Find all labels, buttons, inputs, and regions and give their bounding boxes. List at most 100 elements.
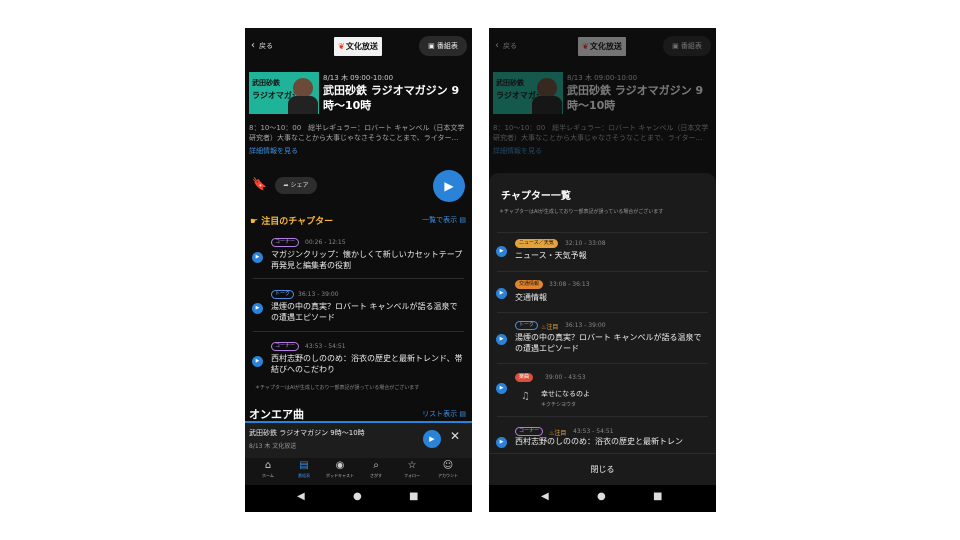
list-icon: ▤ (459, 216, 466, 224)
tab-account[interactable]: ☺ アカウント (430, 459, 466, 479)
schedule-button[interactable]: ▣ 番組表 (419, 36, 467, 56)
podcast-icon: ◉ (335, 460, 345, 471)
list-icon: ▤ (459, 410, 466, 418)
chapter-title: 湯煙の中の真実？ロバート キャンベルが語る温泉での遭遇エピソード (271, 302, 458, 322)
system-nav-bar: ◀ ● ■ (489, 485, 716, 512)
details-link[interactable]: 詳細情報を見る (249, 146, 298, 156)
program-thumbnail: 武田砂鉄 ラジオマガジン (493, 72, 563, 114)
star-icon: ☆ (407, 460, 417, 471)
host-photo (293, 78, 313, 98)
chapter-tag: 楽曲 (515, 373, 534, 382)
nav-back-icon[interactable]: ◀ (297, 491, 305, 502)
back-button: ‹ 戻る (495, 40, 517, 51)
close-icon[interactable]: ✕ (450, 429, 460, 443)
tab-podcast[interactable]: ◉ ポッドキャスト (322, 459, 358, 479)
chapter-time: 43:53 - 54:51 (305, 343, 346, 350)
play-chapter-icon[interactable]: ▶ (496, 437, 507, 448)
song-title: 幸せになるのよ (541, 390, 590, 398)
nav-back-icon[interactable]: ◀ (541, 491, 549, 502)
chapter-title: 交通情報 (515, 293, 547, 302)
chapter-tag: コーナー (271, 342, 300, 351)
account-icon: ☺ (442, 460, 454, 471)
chapter-tag: 交通情報 (515, 280, 544, 289)
home-icon: ⌂ (264, 460, 272, 471)
station-logo: ❦文化放送 (578, 37, 626, 56)
tab-schedule[interactable]: ▤ 番組表 (286, 459, 322, 479)
program-thumbnail: 武田砂鉄 ラジオマガジン (249, 72, 319, 114)
details-link: 詳細情報を見る (493, 147, 542, 155)
mini-player-subtitle: 8/13 木 文化放送 (249, 443, 297, 450)
nav-home-icon[interactable]: ● (353, 491, 362, 502)
chapter-title: ニュース・天気予報 (515, 251, 587, 260)
ai-note: ＊チャプターはAIが生成しており一部表記が誤っている場合がございます (499, 209, 664, 215)
nav-home-icon[interactable]: ● (597, 491, 606, 502)
share-button[interactable]: ➦ シェア (275, 177, 317, 194)
program-title: 武田砂鉄 ラジオマガジン 9時〜10時 (323, 84, 460, 112)
chapter-title: 西村志野のしののめ：浴衣の歴史と最新トレンド、帯結びへのこだわり (271, 354, 463, 374)
song-list-link[interactable]: リスト表示 ▤ (422, 409, 466, 419)
host-photo (537, 78, 557, 98)
schedule-icon: ▤ (299, 460, 309, 471)
program-description: 8：10〜10：00 総半レギュラー：ロバート キャンベル（日本文学研究者）大事… (493, 124, 709, 142)
play-button[interactable]: ▶ (433, 170, 465, 202)
airtime: 8/13 木 09:00-10:00 (323, 74, 394, 82)
mini-player[interactable]: 武田砂鉄 ラジオマガジン 9時〜10時 8/13 木 文化放送 ▶ ✕ (245, 421, 472, 458)
sheet-title: チャプター一覧 (501, 191, 571, 202)
close-sheet-button[interactable]: 閉じる (489, 453, 716, 485)
play-chapter-icon[interactable]: ▶ (496, 334, 507, 345)
chevron-left-icon: ‹ (251, 40, 255, 51)
play-chapter-icon[interactable]: ▶ (252, 303, 263, 314)
airtime: 8/13 木 09:00-10:00 (567, 74, 638, 82)
top-bar: ‹ 戻る ❦文化放送 ▣ 番組表 (245, 28, 472, 64)
chapter-tag: トーク (271, 290, 295, 299)
song-artist: キクチシヨウタ (541, 402, 577, 408)
tab-search[interactable]: ⌕ さがす (358, 459, 394, 479)
schedule-button: ▣ 番組表 (663, 36, 711, 56)
music-note-icon: ♫ (521, 391, 530, 402)
system-nav-bar: ◀ ● ■ (245, 485, 472, 512)
chapter-badge: ♨注目 (541, 324, 559, 331)
back-button[interactable]: ‹ 戻る (251, 40, 273, 51)
pointing-hand-icon: ☛ (250, 217, 262, 227)
program-title: 武田砂鉄 ラジオマガジン 9時〜10時 (567, 84, 704, 112)
mini-play-button[interactable]: ▶ (423, 430, 441, 448)
chapter-title: マガジンクリップ：懐かしくて新しいカセットテープ再発見と編集者の役割 (271, 250, 463, 270)
phone-screen-program: ‹ 戻る ❦文化放送 ▣ 番組表 武田砂鉄 ラジオマガジン 8/13 木 09:0… (245, 28, 472, 512)
calendar-icon: ▣ (672, 42, 681, 50)
show-all-chapters-link[interactable]: 一覧で表示 ▤ (422, 215, 466, 225)
nav-recents-icon[interactable]: ■ (653, 491, 662, 502)
chapter-tag: コーナー (515, 427, 544, 436)
phone-screen-chapter-sheet: ‹ 戻る ❦文化放送 ▣ 番組表 武田砂鉄 ラジオマガジン 8/13 木 09:0… (489, 28, 716, 512)
search-icon: ⌕ (373, 460, 379, 471)
onair-heading: オンエア曲 (249, 408, 304, 421)
ai-note: ＊チャプターはAIが生成しており一部表記が誤っている場合がございます (255, 385, 420, 391)
chapter-tag: コーナー (271, 238, 300, 247)
play-chapter-icon[interactable]: ▶ (496, 246, 507, 257)
chevron-left-icon: ‹ (495, 40, 499, 51)
chapter-tag: ニュース／天気 (515, 239, 558, 248)
bookmark-add-icon[interactable]: 🔖 (252, 177, 267, 193)
chapter-time: 36:13 - 39:00 (565, 322, 606, 329)
chapter-time: 32:10 - 33:08 (565, 240, 606, 247)
chapter-time: 43:53 - 54:51 (573, 428, 614, 435)
play-chapter-icon[interactable]: ▶ (496, 288, 507, 299)
calendar-icon: ▣ (428, 42, 437, 50)
play-chapter-icon[interactable]: ▶ (252, 356, 263, 367)
tab-follow[interactable]: ☆ フォロー (394, 459, 430, 479)
program-description: 8：10〜10：00 総半レギュラー：ロバート キャンベル（日本文学研究者）大事… (249, 124, 465, 142)
play-chapter-icon[interactable]: ▶ (252, 252, 263, 263)
chapter-time: 39:00 - 43:53 (545, 374, 586, 381)
chapter-tag: トーク (515, 321, 539, 330)
station-logo: ❦文化放送 (334, 37, 382, 56)
chapters-heading: ☛ 注目のチャプター (250, 217, 334, 227)
chapter-title: 西村志野のしののめ：浴衣の歴史と最新トレン (515, 437, 683, 446)
nav-recents-icon[interactable]: ■ (409, 491, 418, 502)
tab-home[interactable]: ⌂ ホーム (250, 459, 286, 479)
bottom-tab-bar: ⌂ ホーム ▤ 番組表 ◉ ポッドキャスト ⌕ さがす ☆ フォロー ☺ アカウント (245, 458, 472, 485)
chapter-time: 33:08 - 36:13 (549, 281, 590, 288)
chapter-title: 湯煙の中の真実？ロバート キャンベルが語る温泉での遭遇エピソード (515, 333, 702, 353)
play-chapter-icon[interactable]: ▶ (496, 383, 507, 394)
chapter-time: 36:13 - 39:00 (298, 291, 339, 298)
chapter-list-sheet: チャプター一覧 ＊チャプターはAIが生成しており一部表記が誤っている場合がござい… (489, 173, 716, 485)
mini-player-title: 武田砂鉄 ラジオマガジン 9時〜10時 (249, 429, 365, 437)
